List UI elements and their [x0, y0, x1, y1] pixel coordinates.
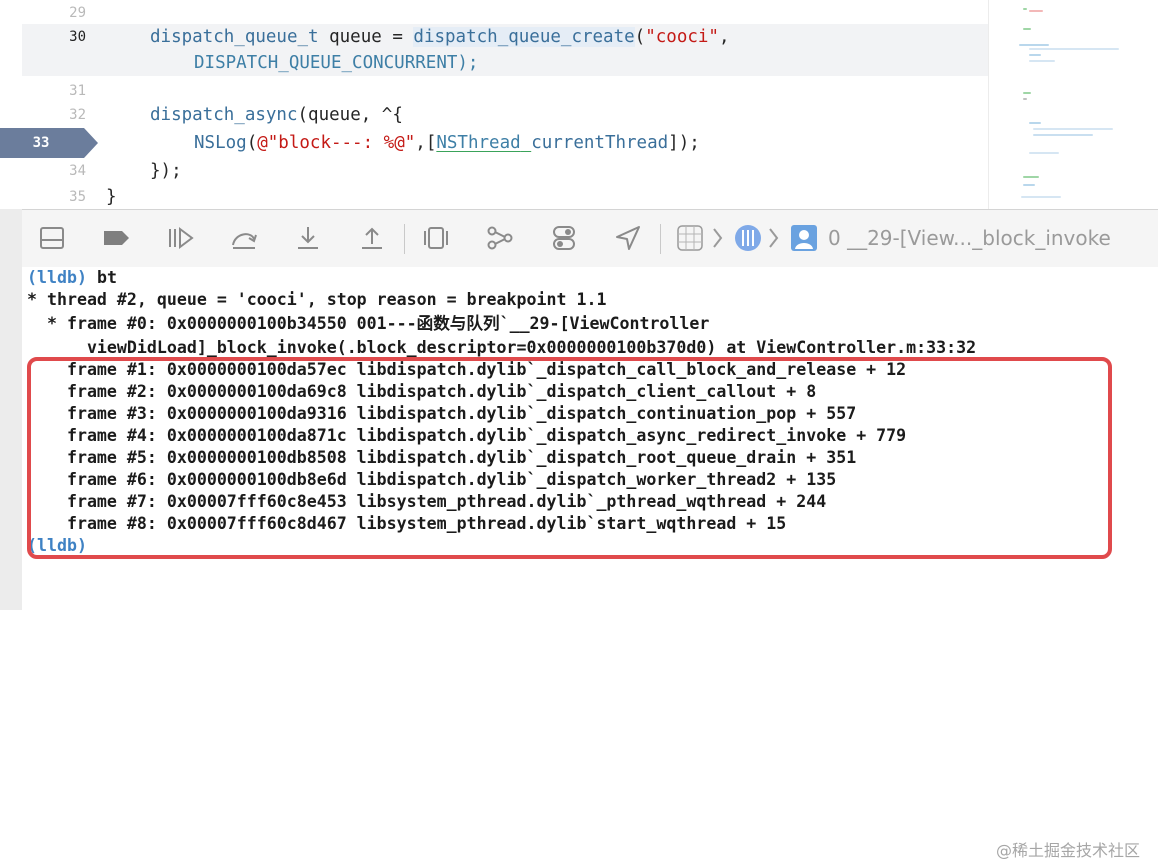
breakpoints-toggle-icon [104, 231, 129, 245]
code-text[interactable]: }); [150, 158, 182, 184]
watermark: @稀土掘金技术社区 [995, 841, 1140, 860]
simulate-location-button[interactable] [610, 220, 646, 256]
highlight-annotation-box [27, 357, 1112, 559]
step-over-button[interactable] [226, 220, 262, 256]
thread-breadcrumb[interactable] [730, 220, 766, 256]
code-text[interactable]: dispatch_queue_t queue = dispatch_queue_… [150, 24, 730, 50]
user-frame-icon [791, 225, 817, 251]
console-line: * frame #0: 0x0000000100b34550 001---函数与… [27, 314, 710, 333]
environment-overrides-icon [553, 226, 575, 250]
simulate-location-icon [616, 226, 640, 250]
step-over-icon [232, 233, 257, 249]
code-text[interactable]: } [106, 184, 117, 210]
code-text[interactable]: NSLog(@"block---: %@",[NSThread currentT… [194, 130, 700, 156]
toolbar-separator [660, 224, 661, 254]
breadcrumb-chevron-icon [708, 220, 726, 256]
line-number: 30 [69, 29, 86, 45]
code-line: 34 }); [22, 158, 988, 184]
code-line: 32 dispatch_async(queue, ^{ [22, 102, 988, 128]
code-line: 29 [22, 0, 988, 26]
process-icon-button[interactable] [672, 220, 708, 256]
line-number: 29 [69, 5, 86, 21]
debug-toolbar: 0 __29-[View..._block_invoke [22, 209, 1158, 269]
breakpoints-toggle-button[interactable] [98, 220, 134, 256]
lldb-console[interactable]: (lldb) bt * thread #2, queue = 'cooci', … [22, 267, 1158, 860]
line-number: 34 [69, 163, 86, 179]
code-line: 31 [22, 78, 988, 104]
thread-icon [735, 225, 761, 251]
continue-icon [169, 227, 194, 249]
line-number: 35 [69, 189, 86, 205]
breadcrumb-chevron-icon [764, 220, 782, 256]
code-line-current: 30 dispatch_queue_t queue = dispatch_que… [22, 24, 988, 76]
grid-app-icon [677, 225, 703, 251]
frame-breadcrumb-label[interactable]: 0 __29-[View..._block_invoke [828, 226, 1111, 250]
step-out-button[interactable] [354, 220, 390, 256]
step-into-icon [298, 227, 318, 249]
step-into-button[interactable] [290, 220, 326, 256]
line-number: 31 [69, 83, 86, 99]
console-line-command: (lldb) bt [27, 268, 117, 287]
code-text-continuation[interactable]: DISPATCH_QUEUE_CONCURRENT); [194, 50, 478, 76]
hide-console-button[interactable] [34, 220, 70, 256]
source-editor[interactable]: 29 30 dispatch_queue_t queue = dispatch_… [0, 0, 988, 209]
memory-graph-icon [487, 226, 513, 250]
memory-graph-button[interactable] [482, 220, 518, 256]
view-debugger-icon [424, 227, 448, 249]
minimap[interactable] [988, 0, 1158, 209]
code-line: 35 } [22, 184, 988, 210]
console-line: * thread #2, queue = 'cooci', stop reaso… [27, 290, 607, 309]
continue-button[interactable] [162, 220, 198, 256]
hide-console-icon [40, 227, 64, 249]
code-text[interactable]: dispatch_async(queue, ^{ [150, 102, 403, 128]
toolbar-separator [404, 224, 405, 254]
code-line-breakpoint: NSLog(@"block---: %@",[NSThread currentT… [22, 130, 988, 156]
frame-breadcrumb-icon[interactable] [786, 220, 822, 256]
console-line: viewDidLoad]_block_invoke(.block_descrip… [27, 338, 977, 357]
step-out-icon [362, 227, 382, 249]
line-number: 32 [69, 107, 86, 123]
environment-overrides-button[interactable] [546, 220, 582, 256]
view-debugger-button[interactable] [418, 220, 454, 256]
